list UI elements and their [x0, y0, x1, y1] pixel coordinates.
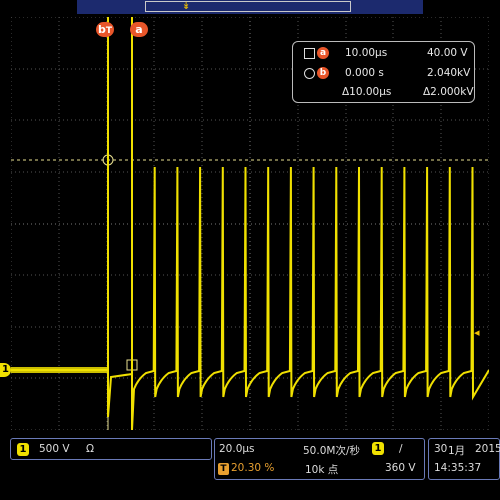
record-length: 10k 点 [305, 464, 339, 476]
date-day: 30 [434, 443, 448, 455]
trigger-position-badge: T [218, 463, 229, 475]
readout-row-a: a 10.00μs 40.00 V [293, 47, 476, 61]
cursor-a-time: 10.00μs [345, 47, 388, 59]
cursor-a-label: a [317, 47, 329, 59]
timebase-settings[interactable]: 20.0μs 50.0M次/秒 1 / T 20.30 % 10k 点 360 … [214, 438, 425, 480]
trigger-level: 360 V [385, 462, 416, 474]
cursor-a-marker[interactable]: a [130, 22, 148, 37]
date-time: 30 1月 2015 14:35:37 [428, 438, 500, 480]
square-cursor-icon [304, 48, 315, 59]
cursor-b-label: b [317, 67, 329, 79]
cursor-b-marker[interactable]: bT [96, 22, 114, 37]
time-per-div: 20.0μs [219, 443, 255, 455]
trigger-slope-icon: / [399, 443, 403, 455]
impedance-icon: Ω [86, 443, 95, 455]
readout-row-b: b 0.000 s 2.040kV [293, 67, 476, 81]
date-year: 2015 [475, 443, 500, 455]
date-month: 1月 [448, 445, 466, 457]
top-status-bar: ↡ [0, 0, 500, 17]
channel1-badge: 1 [17, 443, 29, 456]
channel1-settings[interactable]: 1 500 V Ω [10, 438, 212, 460]
channel1-scale: 500 V [39, 443, 70, 455]
trigger-position-icon: ↡ [182, 1, 191, 12]
baseline-noise [11, 367, 108, 373]
cursor-b-value: 2.040kV [427, 67, 471, 79]
sample-rate: 50.0M次/秒 [303, 445, 360, 457]
trigger-source-badge: 1 [372, 442, 384, 455]
record-view-window[interactable] [145, 1, 351, 12]
cursor-a-value: 40.00 V [427, 47, 468, 59]
readout-row-delta: Δ10.00μs Δ2.000kV [293, 86, 476, 100]
delta-value: Δ2.000kV [423, 86, 474, 98]
trigger-position: 20.30 % [231, 462, 275, 474]
status-panel: 1 500 V Ω 20.0μs 50.0M次/秒 1 / T 20.30 % … [0, 432, 500, 500]
channel1-ground-marker[interactable]: 1 [0, 363, 11, 377]
delta-time: Δ10.00μs [342, 86, 392, 98]
circle-cursor-icon [304, 68, 315, 79]
clock-time: 14:35:37 [434, 462, 482, 474]
trigger-level-arrow-icon: ◂ [474, 326, 480, 339]
cursor-b-time: 0.000 s [345, 67, 384, 79]
cursor-readout: a 10.00μs 40.00 V b 0.000 s 2.040kV Δ10.… [292, 41, 475, 103]
